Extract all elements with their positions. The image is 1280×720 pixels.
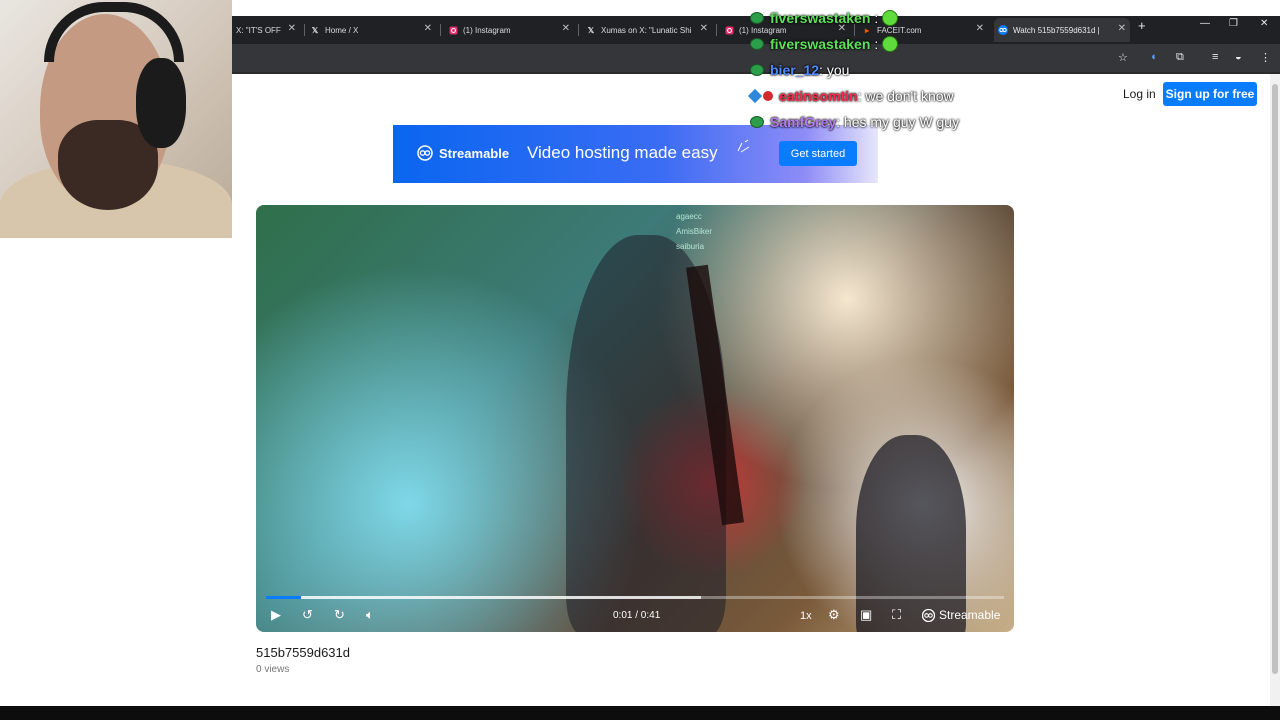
chat-username: bier_12 xyxy=(770,62,820,78)
forward-icon[interactable]: ↻ xyxy=(334,607,345,623)
close-window-icon[interactable]: ✕ xyxy=(1260,18,1268,29)
chat-message: SamfGrey : hes my guy W guy xyxy=(750,114,959,130)
instagram-icon xyxy=(448,25,458,35)
extension-wave-icon[interactable]: ◖ xyxy=(1150,51,1157,63)
tab-title: FACEIT.com xyxy=(877,25,922,35)
video-chat-line: agaecc xyxy=(676,212,702,221)
tab-title: Watch 515b7559d631d | xyxy=(1013,25,1100,35)
chat-message: bier_12 : you xyxy=(750,62,849,78)
scrollbar-thumb[interactable] xyxy=(1272,84,1278,674)
tab-title: X: "IT'S OFF xyxy=(236,25,281,35)
video-chat-line: AmisBiker xyxy=(676,227,713,236)
volume-icon[interactable]: 🔈︎ xyxy=(366,607,374,623)
video-player[interactable]: agaecc AmisBiker saiburia ▶ ↺ ↻ 🔈︎ 0:01 … xyxy=(256,205,1014,632)
rewind-icon[interactable]: ↺ xyxy=(302,607,313,623)
taskbar-strip xyxy=(0,706,1280,720)
play-icon[interactable]: ▶ xyxy=(271,607,281,623)
profile-avatar-icon[interactable]: ◒ xyxy=(1235,51,1242,63)
chat-message: fiverswastaken : xyxy=(750,36,899,52)
close-tab-icon[interactable]: ✕ xyxy=(288,23,296,34)
chat-text: : hes my guy W guy xyxy=(836,114,960,130)
picture-in-picture-icon[interactable]: ▣ xyxy=(860,607,872,623)
progress-played xyxy=(266,596,302,599)
promo-banner[interactable]: Streamable Video hosting made easy Get s… xyxy=(393,125,878,183)
video-chat-overlay: agaecc AmisBiker saiburia xyxy=(676,209,712,254)
sparkle-icon xyxy=(737,139,750,153)
progress-buffered xyxy=(266,596,702,599)
x-logo-icon: 𝕏 xyxy=(311,25,319,35)
tab-title: Xumas on X: "Lunatic Shi xyxy=(601,25,692,35)
signup-button[interactable]: Sign up for free xyxy=(1163,82,1257,106)
browser-tab[interactable]: X: "IT'S OFF ✕ xyxy=(232,18,300,42)
chat-username: eatinsomtin xyxy=(779,88,858,104)
browser-tab[interactable]: 𝕏 Xumas on X: "Lunatic Shi ✕ xyxy=(582,18,712,42)
video-title: 515b7559d631d xyxy=(256,645,350,660)
media-queue-icon[interactable]: ≡ xyxy=(1212,51,1218,63)
chat-username: SamfGrey xyxy=(770,114,837,130)
video-time: 0:01 / 0:41 xyxy=(613,610,661,621)
chat-text: : xyxy=(874,36,879,52)
browser-menu-icon[interactable]: ⋮ xyxy=(1260,51,1271,64)
bookmark-star-icon[interactable]: ☆ xyxy=(1118,51,1128,64)
tab-title: (1) Instagram xyxy=(739,25,787,35)
x-logo-icon: 𝕏 xyxy=(587,25,595,35)
close-tab-icon[interactable]: ✕ xyxy=(1118,23,1126,34)
player-brand: Streamable xyxy=(939,608,1001,622)
banner-tagline: Video hosting made easy xyxy=(527,143,718,162)
emote-icon xyxy=(882,36,899,52)
close-tab-icon[interactable]: ✕ xyxy=(700,23,708,34)
chat-badge-icon xyxy=(750,12,764,24)
chat-text: : you xyxy=(819,62,850,78)
chat-badge-icon xyxy=(747,88,763,104)
chat-username: fiverswastaken xyxy=(770,10,871,26)
playback-speed-button[interactable]: 1x xyxy=(800,610,812,622)
browser-tab-active[interactable]: Watch 515b7559d631d | ✕ xyxy=(994,18,1130,42)
emote-icon xyxy=(882,10,899,26)
chat-message: fiverswastaken : xyxy=(750,10,899,26)
faceit-icon: ▸ xyxy=(864,25,869,35)
extensions-icon[interactable]: ⧉ xyxy=(1176,51,1184,64)
streamable-icon xyxy=(417,145,433,161)
chat-message: eatinsomtin : we don't know xyxy=(747,88,954,104)
browser-tab[interactable]: 𝕏 Home / X ✕ xyxy=(306,18,436,42)
banner-brand: Streamable xyxy=(439,145,510,161)
close-tab-icon[interactable]: ✕ xyxy=(424,23,432,34)
streamable-icon xyxy=(998,25,1008,35)
video-chat-line: saiburia xyxy=(676,242,705,251)
minimize-icon[interactable]: — xyxy=(1200,18,1210,29)
close-tab-icon[interactable]: ✕ xyxy=(562,23,570,34)
chat-badge-icon xyxy=(750,64,764,76)
view-count: 0 views xyxy=(256,664,290,675)
tab-title: (1) Instagram xyxy=(463,25,511,35)
new-tab-button[interactable]: + xyxy=(1138,18,1146,33)
chat-text: : xyxy=(874,10,879,26)
chat-badge-icon xyxy=(750,38,764,50)
get-started-button[interactable]: Get started xyxy=(779,141,857,166)
instagram-icon xyxy=(724,25,734,35)
player-brand-link[interactable]: Streamable xyxy=(922,608,1000,622)
close-tab-icon[interactable]: ✕ xyxy=(976,23,984,34)
streamable-logo: Streamable xyxy=(417,145,509,161)
fullscreen-icon[interactable]: ⛶ xyxy=(892,607,901,623)
tab-title: Home / X xyxy=(325,25,359,35)
video-progress-bar[interactable] xyxy=(266,596,1004,599)
chat-badge-icon xyxy=(750,116,764,128)
settings-gear-icon[interactable]: ⚙ xyxy=(828,607,840,623)
restore-icon[interactable]: ❐ xyxy=(1229,18,1238,29)
login-link[interactable]: Log in xyxy=(1123,87,1156,101)
chat-username: fiverswastaken xyxy=(770,36,871,52)
chat-badge-icon xyxy=(763,91,773,101)
streamable-icon xyxy=(922,608,935,622)
browser-tab[interactable]: (1) Instagram ✕ xyxy=(444,18,574,42)
page-scrollbar[interactable] xyxy=(1270,74,1280,706)
webcam-overlay xyxy=(0,0,232,238)
chat-text: : we don't know xyxy=(857,88,954,104)
